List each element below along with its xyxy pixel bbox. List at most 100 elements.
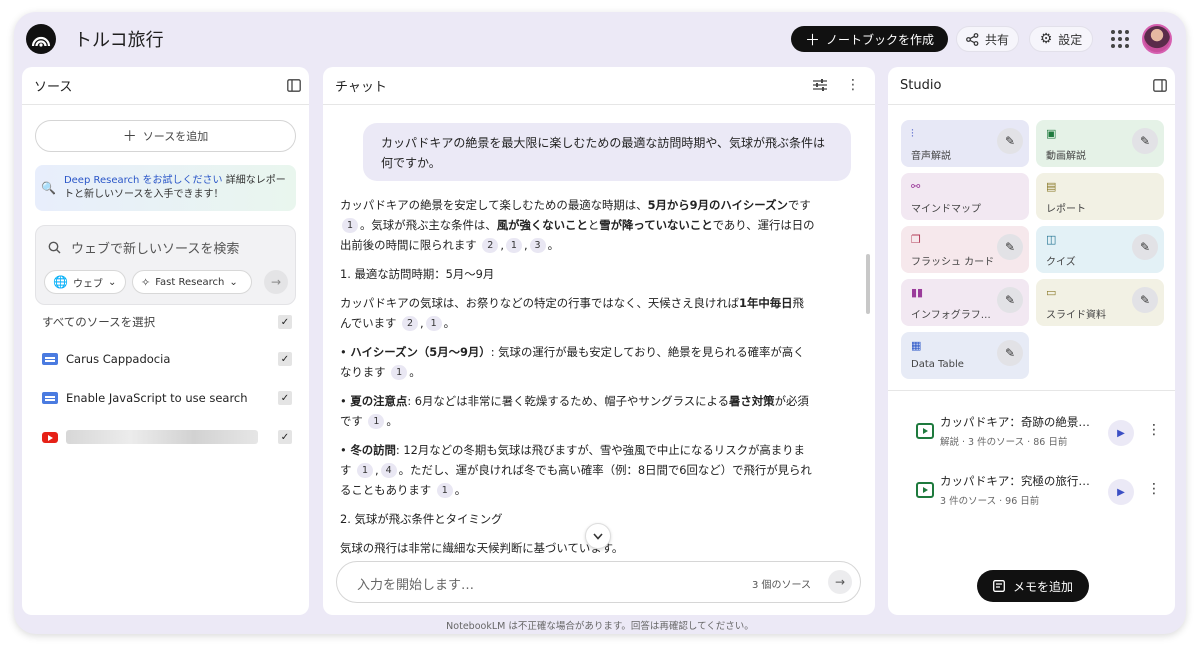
- tile-label: レポート: [1046, 204, 1086, 215]
- edit-pencil-icon[interactable]: ✎: [997, 340, 1023, 366]
- chat-messages[interactable]: カッパドキアの絶景を最大限に楽しむための最適な訪問時期や、気球が飛ぶ条件は何です…: [323, 106, 871, 561]
- source-checkbox[interactable]: ✓: [278, 430, 292, 444]
- slides-icon: ▭: [1046, 286, 1057, 299]
- studio-tile-infographic[interactable]: ▮▮ インフォグラフ… ✎: [901, 279, 1029, 326]
- more-vert-icon[interactable]: ⋮: [845, 77, 861, 93]
- citation-chip[interactable]: 1: [342, 218, 358, 233]
- edit-pencil-icon[interactable]: ✎: [1132, 128, 1158, 154]
- chat-input[interactable]: 入力を開始します… 3 個のソース →: [336, 561, 861, 603]
- search-input[interactable]: ウェブで新しいソースを検索: [48, 238, 239, 257]
- source-item[interactable]: Carus Cappadocia ✓: [42, 348, 292, 370]
- source-item[interactable]: ✓: [42, 426, 292, 448]
- share-button[interactable]: 共有: [956, 26, 1019, 52]
- create-notebook-button[interactable]: ＋ ノートブックを作成: [791, 26, 948, 52]
- citation-chip[interactable]: 1: [505, 238, 522, 253]
- play-button[interactable]: ▶: [1108, 420, 1134, 446]
- gear-icon: ⚙: [1039, 31, 1053, 47]
- citation-chip[interactable]: 1: [436, 483, 453, 498]
- collapse-panel-icon[interactable]: [286, 77, 302, 93]
- source-checkbox[interactable]: ✓: [278, 391, 292, 405]
- settings-button[interactable]: ⚙ 設定: [1029, 26, 1093, 52]
- video-icon: ▣: [1046, 127, 1057, 140]
- plus-icon: ＋: [804, 30, 820, 49]
- response-paragraph: 気球の飛行は非常に繊細な天候判断に基づいています。: [340, 541, 624, 555]
- collapse-panel-icon[interactable]: [1152, 77, 1168, 93]
- tile-label: インフォグラフ…: [911, 310, 991, 321]
- citation-chip[interactable]: 1: [368, 414, 385, 429]
- tile-label: スライド資料: [1046, 310, 1106, 321]
- add-note-button[interactable]: メモを追加: [977, 570, 1089, 602]
- share-label: 共有: [984, 32, 1009, 47]
- citation-chip[interactable]: 2: [482, 238, 499, 253]
- divider: [888, 390, 1175, 391]
- citation-chip[interactable]: 3: [529, 238, 546, 253]
- youtube-icon: [42, 431, 58, 443]
- source-checkbox[interactable]: ✓: [278, 352, 292, 366]
- search-icon: [48, 241, 61, 254]
- studio-note-item[interactable]: カッパドキア：奇跡の絶景… 解説 · 3 件のソース · 86 日前 ▶ ⋮: [900, 404, 1162, 454]
- avatar[interactable]: [1142, 24, 1172, 54]
- studio-tile-audio[interactable]: ⫶ 音声解説 ✎: [901, 120, 1029, 167]
- select-all-row[interactable]: すべてのソースを選択 ✓: [42, 311, 292, 333]
- studio-tile-mindmap[interactable]: ⚯ マインドマップ: [901, 173, 1029, 220]
- sources-panel: ソース ＋ ソースを追加 🔍 Deep Research をお試しください 詳細…: [22, 67, 309, 615]
- edit-pencil-icon[interactable]: ✎: [1132, 234, 1158, 260]
- notebooklm-logo-icon[interactable]: [26, 24, 56, 54]
- citation-chip[interactable]: 4: [380, 463, 397, 478]
- scroll-down-button[interactable]: [585, 523, 611, 549]
- more-vert-icon[interactable]: ⋮: [1147, 422, 1161, 438]
- citation-chip[interactable]: 2: [402, 316, 419, 331]
- research-chip-label: Fast Research: [155, 276, 225, 288]
- response-heading: 1. 最適な訪問時期：5月〜9月: [340, 267, 495, 281]
- response-heading: 2. 気球が飛ぶ条件とタイミング: [340, 512, 503, 526]
- deep-research-text: Deep Research をお試しください 詳細なレポートと新しいソースを入手…: [64, 174, 288, 202]
- chat-input-placeholder: 入力を開始します…: [357, 578, 475, 593]
- source-item-label: Enable JavaScript to use search: [66, 391, 248, 405]
- search-placeholder: ウェブで新しいソースを検索: [71, 242, 240, 257]
- select-all-checkbox[interactable]: ✓: [278, 315, 292, 329]
- research-mode-dropdown[interactable]: ✧ Fast Research ⌄: [132, 270, 252, 294]
- search-submit-button[interactable]: →: [264, 270, 288, 294]
- tile-label: Data Table: [911, 359, 964, 370]
- citation-chip[interactable]: 1: [391, 365, 408, 380]
- apps-grid-icon[interactable]: [1111, 30, 1129, 48]
- edit-pencil-icon[interactable]: ✎: [997, 287, 1023, 313]
- more-vert-icon[interactable]: ⋮: [1147, 481, 1161, 497]
- studio-tile-data-table[interactable]: ▦ Data Table ✎: [901, 332, 1029, 379]
- globe-icon: 🌐: [53, 275, 68, 289]
- video-overview-icon: [916, 482, 934, 498]
- citation-chip[interactable]: 1: [357, 463, 374, 478]
- play-button[interactable]: ▶: [1108, 479, 1134, 505]
- studio-tile-slides[interactable]: ▭ スライド資料 ✎: [1036, 279, 1164, 326]
- edit-pencil-icon[interactable]: ✎: [997, 234, 1023, 260]
- studio-tile-video[interactable]: ▣ 動画解説 ✎: [1036, 120, 1164, 167]
- add-source-button[interactable]: ＋ ソースを追加: [35, 120, 296, 152]
- studio-note-item[interactable]: カッパドキア：究極の旅行… 3 件のソース · 96 日前 ▶ ⋮: [900, 463, 1162, 513]
- citation-chip[interactable]: 1: [425, 316, 442, 331]
- edit-pencil-icon[interactable]: ✎: [997, 128, 1023, 154]
- settings-label: 設定: [1058, 32, 1083, 47]
- web-dropdown[interactable]: 🌐 ウェブ ⌄: [44, 270, 126, 294]
- chat-panel: チャット ⋮ カッパドキアの絶景を最大限に楽しむための最適な訪問時期や、気球が飛…: [323, 67, 875, 615]
- tune-icon[interactable]: [812, 77, 828, 93]
- tile-label: 音声解説: [911, 151, 951, 162]
- notebook-title[interactable]: トルコ旅行: [74, 26, 164, 52]
- send-button[interactable]: →: [828, 570, 852, 594]
- studio-header: Studio: [888, 67, 1175, 105]
- user-message: カッパドキアの絶景を最大限に楽しむための最適な訪問時期や、気球が飛ぶ条件は何です…: [363, 123, 851, 181]
- studio-tile-flashcards[interactable]: ❐ フラッシュ カード ✎: [901, 226, 1029, 273]
- add-source-label: ソースを追加: [142, 130, 209, 143]
- chevron-down-icon: ⌄: [229, 276, 238, 288]
- edit-pencil-icon[interactable]: ✎: [1132, 287, 1158, 313]
- note-meta: 解説 · 3 件のソース · 86 日前: [940, 437, 1068, 448]
- deep-research-link[interactable]: Deep Research をお試しください: [64, 175, 223, 186]
- table-icon: ▦: [911, 339, 922, 352]
- source-item[interactable]: Enable JavaScript to use search ✓: [42, 387, 292, 409]
- deep-research-banner[interactable]: 🔍 Deep Research をお試しください 詳細なレポートと新しいソースを…: [35, 165, 296, 211]
- studio-tile-quiz[interactable]: ◫ クイズ ✎: [1036, 226, 1164, 273]
- chat-scrollbar[interactable]: [866, 254, 870, 314]
- web-source-search: ウェブで新しいソースを検索 🌐 ウェブ ⌄ ✧ Fast Research ⌄ …: [35, 225, 296, 305]
- chevron-down-icon: [593, 532, 603, 540]
- studio-tile-report[interactable]: ▤ レポート: [1036, 173, 1164, 220]
- studio-panel: Studio ⫶ 音声解説 ✎ ▣ 動画解説 ✎ ⚯ マインドマップ ▤ レポー…: [888, 67, 1175, 615]
